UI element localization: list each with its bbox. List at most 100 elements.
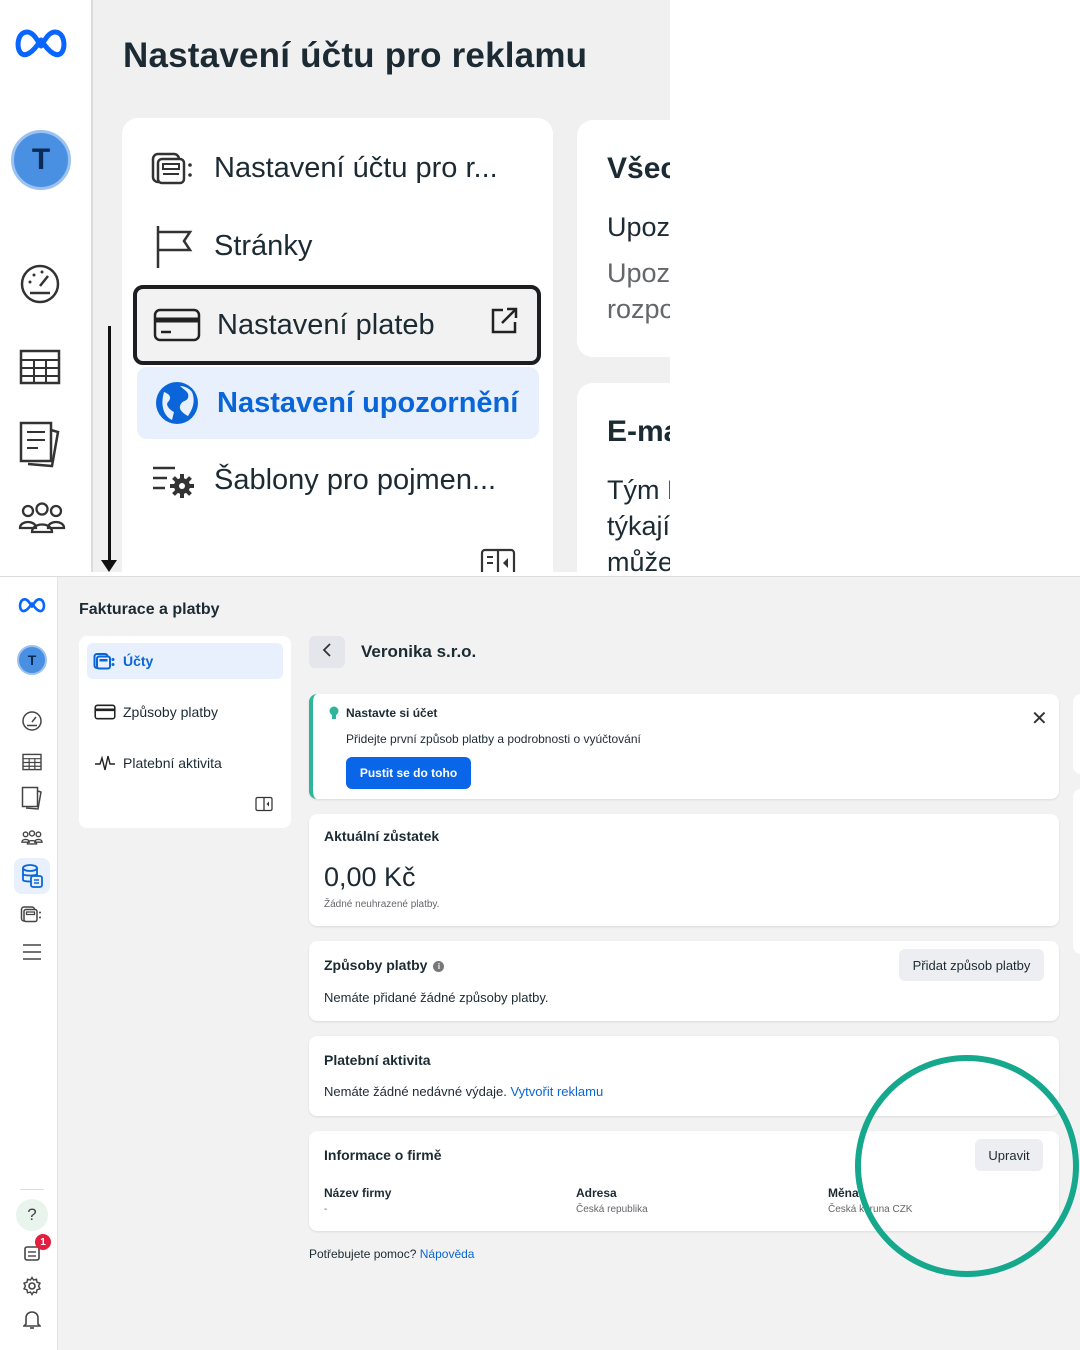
sidebar-item-label: Účty <box>123 653 154 669</box>
annotation-arrow-line <box>108 326 111 566</box>
chevron-left-icon <box>322 642 332 662</box>
menu-item-ad-account-settings[interactable]: Nastavení účtu pro r... <box>134 132 538 204</box>
dashboard-gauge-icon[interactable] <box>19 708 45 734</box>
help-link[interactable]: Nápověda <box>420 1247 475 1261</box>
business-field-name: Název firmy - <box>324 1186 391 1215</box>
card-title: E-ma <box>607 415 670 448</box>
meta-logo-icon[interactable] <box>17 592 47 618</box>
billing-sidebar: Účty Způsoby platby Platební aktivita <box>79 636 291 828</box>
globe-icon <box>153 382 201 424</box>
sidebar-item-payment-methods[interactable]: Způsoby platby <box>87 694 283 730</box>
card-line: rozpo <box>607 294 670 324</box>
card-line: Upoz <box>607 212 670 242</box>
accounts-icon <box>93 651 117 671</box>
ad-accounts-icon <box>150 148 198 188</box>
settings-list-icon <box>150 460 198 500</box>
sidebar-item-label: Způsoby platby <box>123 704 218 720</box>
notice-title: Nastavte si účet <box>346 706 438 720</box>
collapse-panel-icon[interactable] <box>255 796 273 817</box>
people-icon[interactable] <box>19 825 45 851</box>
create-ad-link[interactable]: Vytvořit reklamu <box>510 1084 603 1099</box>
pages-document-icon[interactable] <box>18 420 62 473</box>
page-title: Nastavení účtu pro reklamu <box>123 36 588 75</box>
payment-activity-title: Platební aktivita <box>324 1052 431 1068</box>
section-title: Fakturace a platby <box>79 601 220 618</box>
close-icon[interactable]: ✕ <box>1031 706 1048 731</box>
settings-menu-card: Nastavení účtu pro r... Stránky Nastaven… <box>122 118 553 572</box>
payment-activity-text: Nemáte žádné nedávné výdaje. Vytvořit re… <box>324 1084 603 1099</box>
help-icon[interactable]: ? <box>16 1199 48 1231</box>
sidebar-item-accounts[interactable]: Účty <box>87 643 283 679</box>
pulse-icon <box>93 754 117 772</box>
payment-methods-title: Způsoby platby i <box>324 957 445 973</box>
menu-item-label: Nastavení plateb <box>217 308 435 341</box>
left-nav-rail: T <box>0 0 93 572</box>
business-field-address: Adresa Česká republika <box>576 1186 648 1215</box>
field-label: Adresa <box>576 1186 617 1200</box>
avatar[interactable]: T <box>11 130 71 190</box>
menu-item-notification-settings[interactable]: Nastavení upozornění <box>137 367 539 439</box>
dashboard-gauge-icon[interactable] <box>18 262 62 311</box>
notification-count-badge: 1 <box>35 1234 51 1250</box>
notice-text: Přidejte první způsob platby a podrobnos… <box>346 732 641 746</box>
meta-logo-icon[interactable] <box>14 28 68 63</box>
credit-card-icon <box>153 305 201 345</box>
balance-amount: 0,00 Kč <box>324 862 416 892</box>
current-balance-card: Aktuální zůstatek 0,00 Kč Žádné neuhraze… <box>309 814 1059 926</box>
card-title: Všec <box>607 152 670 185</box>
pages-document-icon[interactable] <box>19 785 45 811</box>
bell-icon[interactable] <box>19 1306 45 1332</box>
payment-methods-empty: Nemáte přidané žádné způsoby platby. <box>324 990 549 1005</box>
menu-item-payment-settings[interactable]: Nastavení plateb <box>133 285 541 365</box>
business-info-title: Informace o firmě <box>324 1147 442 1163</box>
external-link-icon[interactable] <box>489 306 519 344</box>
right-edge-card <box>1073 694 1080 774</box>
menu-item-label: Nastavení účtu pro r... <box>214 151 498 184</box>
get-started-button[interactable]: Pustit se do toho <box>346 757 471 789</box>
balance-title: Aktuální zůstatek <box>324 828 440 844</box>
company-name: Veronika s.r.o. <box>361 642 477 661</box>
card-line: může <box>607 547 670 572</box>
table-icon[interactable] <box>18 348 62 391</box>
balance-note: Žádné neuhrazené platby. <box>324 899 440 910</box>
help-line: Potřebujete pomoc? Nápověda <box>309 1247 474 1261</box>
payment-activity-text-body: Nemáte žádné nedávné výdaje. <box>324 1084 507 1099</box>
right-edge-card <box>1073 789 1080 954</box>
menu-item-naming-templates[interactable]: Šablony pro pojmen... <box>134 444 538 516</box>
payment-methods-title-text: Způsoby platby <box>324 957 428 973</box>
left-nav-rail: T ? 1 <box>0 577 58 1350</box>
card-line: týkají <box>607 511 670 541</box>
setup-notice-card: Nastavte si účet Přidejte první způsob p… <box>309 694 1059 799</box>
payment-methods-card: Způsoby platby i Přidat způsob platby Nem… <box>309 941 1059 1021</box>
field-value: Česká republika <box>576 1204 648 1215</box>
billing-icon[interactable] <box>19 863 45 889</box>
field-label: Název firmy <box>324 1186 392 1200</box>
sidebar-item-label: Platební aktivita <box>123 755 222 771</box>
info-icon[interactable]: i <box>433 960 445 972</box>
flag-icon <box>150 226 198 268</box>
back-button[interactable] <box>309 636 345 668</box>
menu-icon[interactable] <box>19 939 45 965</box>
highlight-circle-annotation <box>855 1055 1079 1277</box>
menu-item-pages[interactable]: Stránky <box>134 210 538 282</box>
zoomed-settings-panel: T Nastavení účtu pro reklamu Nastavení ú… <box>0 0 670 572</box>
table-icon[interactable] <box>19 749 45 775</box>
notification-card-all: Všec Upoz Upoz rozpo <box>577 120 670 357</box>
menu-item-label: Nastavení upozornění <box>217 386 519 419</box>
rail-divider <box>20 1189 44 1190</box>
menu-item-label: Stránky <box>214 229 313 262</box>
gear-icon[interactable] <box>19 1273 45 1299</box>
collapse-panel-icon[interactable] <box>480 548 516 572</box>
credit-card-icon <box>93 704 117 720</box>
add-payment-method-button[interactable]: Přidat způsob platby <box>899 949 1044 981</box>
people-icon[interactable] <box>18 502 66 541</box>
ad-accounts-icon[interactable] <box>19 901 45 927</box>
lightbulb-icon <box>328 706 340 725</box>
card-line: Upoz <box>607 258 670 288</box>
sidebar-item-payment-activity[interactable]: Platební aktivita <box>87 745 283 781</box>
card-line: Tým F <box>607 475 670 505</box>
menu-item-label: Šablony pro pojmen... <box>214 463 497 496</box>
field-value: - <box>324 1204 328 1215</box>
avatar[interactable]: T <box>17 645 47 675</box>
help-text: Potřebujete pomoc? <box>309 1247 417 1261</box>
